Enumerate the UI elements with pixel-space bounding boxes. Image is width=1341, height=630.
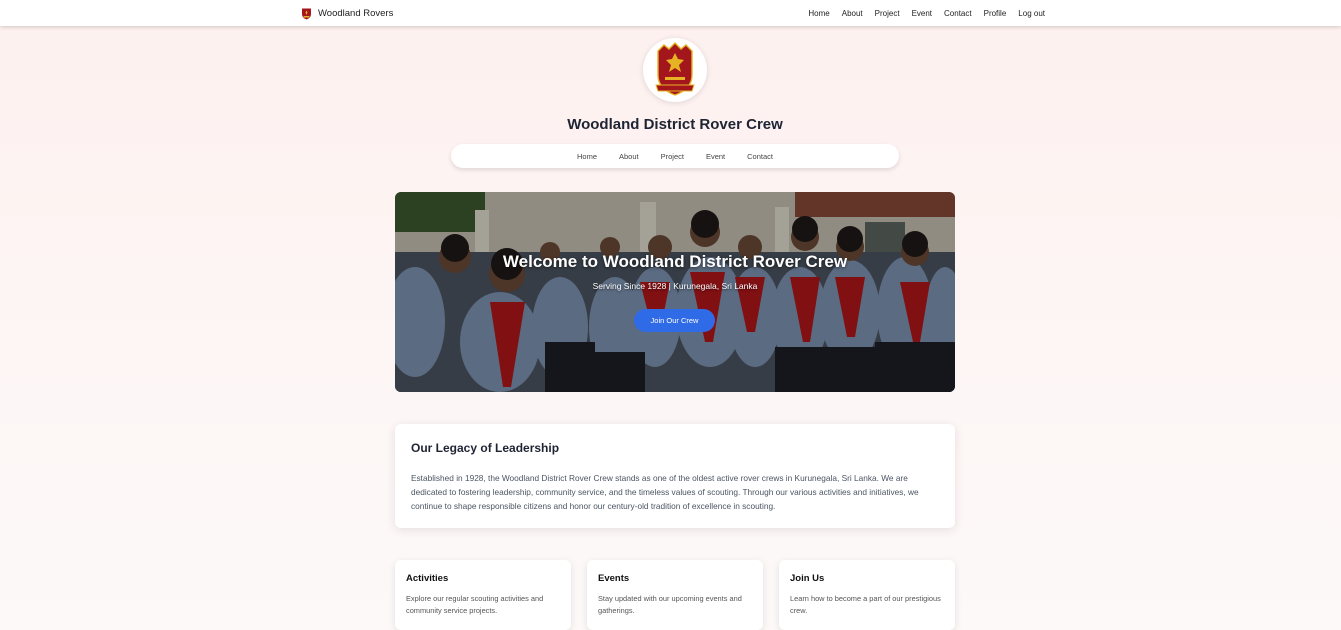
top-nav-home[interactable]: Home <box>802 9 835 18</box>
main-nav-home[interactable]: Home <box>566 152 608 161</box>
main-nav-event[interactable]: Event <box>695 152 736 161</box>
top-navbar: Woodland Rovers Home About Project Event… <box>0 0 1341 26</box>
card-title: Activities <box>406 573 449 584</box>
hero-subtitle: Serving Since 1928 | Kurunegala, Sri Lan… <box>592 281 758 291</box>
page-title: Woodland District Rover Crew <box>567 116 783 133</box>
top-nav-profile[interactable]: Profile <box>978 9 1013 18</box>
main-nav: Home About Project Event Contact <box>451 144 899 168</box>
main-nav-project[interactable]: Project <box>650 152 695 161</box>
main-nav-contact[interactable]: Contact <box>736 152 784 161</box>
top-nav-about[interactable]: About <box>836 9 869 18</box>
join-us-card[interactable]: Join Us Learn how to become a part of ou… <box>779 560 955 630</box>
top-nav-event[interactable]: Event <box>906 9 938 18</box>
legacy-card: Our Legacy of Leadership Established in … <box>395 424 955 528</box>
hero-title: Welcome to Woodland District Rover Crew <box>502 252 848 271</box>
card-title: Join Us <box>790 573 825 584</box>
top-nav-contact[interactable]: Contact <box>938 9 978 18</box>
top-nav-project[interactable]: Project <box>869 9 906 18</box>
legacy-title: Our Legacy of Leadership <box>411 441 560 455</box>
brand-link[interactable]: Woodland Rovers <box>301 4 393 22</box>
crest-icon <box>655 42 695 96</box>
events-card[interactable]: Events Stay updated with our upcoming ev… <box>587 560 763 630</box>
top-nav-logout[interactable]: Log out <box>1012 9 1051 18</box>
legacy-body: Established in 1928, the Woodland Distri… <box>411 473 919 511</box>
main-nav-about[interactable]: About <box>608 152 650 161</box>
activities-card[interactable]: Activities Explore our regular scouting … <box>395 560 571 630</box>
crest-icon <box>302 8 311 19</box>
card-title: Events <box>598 573 630 584</box>
hero-overlay <box>395 192 955 392</box>
card-text: Learn how to become a part of our presti… <box>790 594 941 615</box>
join-crew-button[interactable]: Join Our Crew <box>634 309 715 332</box>
hero-banner: Welcome to Woodland District Rover Crew … <box>395 192 955 392</box>
card-text: Explore our regular scouting activities … <box>406 594 544 615</box>
card-text: Stay updated with our upcoming events an… <box>598 594 742 615</box>
brand-name: Woodland Rovers <box>318 7 394 19</box>
crew-emblem <box>643 38 707 102</box>
top-nav-links: Home About Project Event Contact Profile… <box>802 0 1051 26</box>
